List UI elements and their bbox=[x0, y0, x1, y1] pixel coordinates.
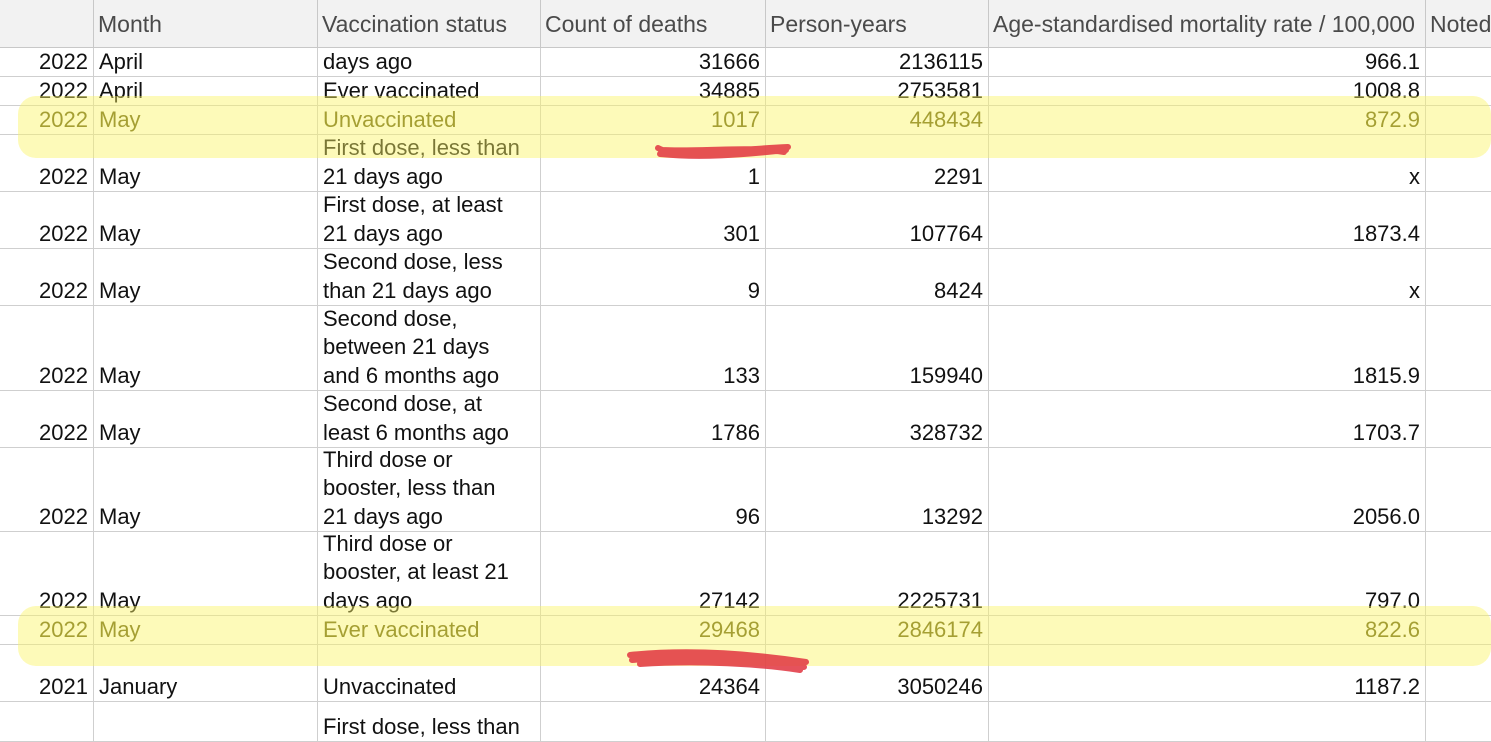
cell-status[interactable]: First dose, less than bbox=[318, 702, 541, 742]
cell-person-years[interactable]: 107764 bbox=[766, 192, 989, 249]
cell-year[interactable] bbox=[0, 702, 94, 742]
cell-noted[interactable] bbox=[1426, 448, 1491, 532]
spreadsheet: Month Vaccination status Count of deaths Pe… bbox=[0, 0, 1491, 742]
table-row: 2022 May Third dose or booster, at least 2… bbox=[0, 532, 1491, 616]
cell-person-years[interactable]: 2136115 bbox=[766, 48, 989, 77]
cell-deaths[interactable]: 301 bbox=[541, 192, 766, 249]
column-header[interactable]: Age-standardised mortality rate / 100,00… bbox=[989, 0, 1426, 48]
cell-deaths[interactable]: 96 bbox=[541, 448, 766, 532]
cell-deaths[interactable]: 1786 bbox=[541, 391, 766, 448]
cell-month[interactable] bbox=[94, 702, 318, 742]
cell-year[interactable]: 2022 bbox=[0, 306, 94, 391]
cell-noted[interactable] bbox=[1426, 249, 1491, 306]
cell-person-years[interactable]: 8424 bbox=[766, 249, 989, 306]
cell-month[interactable]: May bbox=[94, 249, 318, 306]
cell-deaths[interactable]: 9 bbox=[541, 249, 766, 306]
cell-status[interactable]: First dose, at least 21 days ago bbox=[318, 192, 541, 249]
cell-rate[interactable]: 1873.4 bbox=[989, 192, 1426, 249]
cell-deaths[interactable]: 133 bbox=[541, 306, 766, 391]
cell-month[interactable]: May bbox=[94, 391, 318, 448]
table-row: 2022 May Second dose, less than 21 days ag… bbox=[0, 249, 1491, 306]
cell-deaths[interactable] bbox=[541, 702, 766, 742]
column-header[interactable]: Count of deaths bbox=[541, 0, 766, 48]
cell-noted[interactable] bbox=[1426, 391, 1491, 448]
column-header[interactable]: Month bbox=[94, 0, 318, 48]
column-header[interactable]: Person-years bbox=[766, 0, 989, 48]
cell-noted[interactable] bbox=[1426, 306, 1491, 391]
cell-year[interactable]: 2022 bbox=[0, 192, 94, 249]
cell-status[interactable]: Third dose or booster, less than 21 days… bbox=[318, 448, 541, 532]
cell-rate[interactable]: 797.0 bbox=[989, 532, 1426, 616]
cell-rate[interactable]: x bbox=[989, 249, 1426, 306]
cell-month[interactable]: April bbox=[94, 48, 318, 77]
cell-noted[interactable] bbox=[1426, 48, 1491, 77]
table-row: 2022 May Second dose, between 21 days and … bbox=[0, 306, 1491, 391]
cell-status[interactable]: Second dose, at least 6 months ago bbox=[318, 391, 541, 448]
cell-year[interactable]: 2022 bbox=[0, 532, 94, 616]
cell-status[interactable]: Second dose, between 21 days and 6 month… bbox=[318, 306, 541, 391]
cell-noted[interactable] bbox=[1426, 702, 1491, 742]
cell-deaths[interactable]: 27142 bbox=[541, 532, 766, 616]
cell-rate[interactable] bbox=[989, 702, 1426, 742]
cell-status[interactable]: Second dose, less than 21 days ago bbox=[318, 249, 541, 306]
cell-person-years[interactable]: 2225731 bbox=[766, 532, 989, 616]
cell-year[interactable]: 2022 bbox=[0, 48, 94, 77]
cell-status[interactable]: days ago bbox=[318, 48, 541, 77]
table-row: First dose, less than bbox=[0, 702, 1491, 742]
cell-rate[interactable]: 2056.0 bbox=[989, 448, 1426, 532]
column-header[interactable]: Noted bbox=[1426, 0, 1491, 48]
cell-noted[interactable] bbox=[1426, 532, 1491, 616]
cell-status[interactable]: Third dose or booster, at least 21 days … bbox=[318, 532, 541, 616]
column-header[interactable]: Vaccination status bbox=[318, 0, 541, 48]
cell-rate[interactable]: 1815.9 bbox=[989, 306, 1426, 391]
cell-month[interactable]: May bbox=[94, 532, 318, 616]
cell-person-years[interactable]: 328732 bbox=[766, 391, 989, 448]
cell-year[interactable]: 2022 bbox=[0, 249, 94, 306]
cell-month[interactable]: May bbox=[94, 448, 318, 532]
cell-rate[interactable]: 966.1 bbox=[989, 48, 1426, 77]
cell-month[interactable]: May bbox=[94, 306, 318, 391]
column-header[interactable] bbox=[0, 0, 94, 48]
cell-person-years[interactable]: 159940 bbox=[766, 306, 989, 391]
cell-noted[interactable] bbox=[1426, 192, 1491, 249]
table-row: 2022 May First dose, at least 21 days ago 3… bbox=[0, 192, 1491, 249]
cell-month[interactable]: May bbox=[94, 192, 318, 249]
cell-rate[interactable]: 1703.7 bbox=[989, 391, 1426, 448]
table-row: 2022 May Third dose or booster, less than … bbox=[0, 448, 1491, 532]
yellow-highlight bbox=[18, 606, 1491, 666]
cell-year[interactable]: 2022 bbox=[0, 391, 94, 448]
table-row: 2022 May Second dose, at least 6 months ag… bbox=[0, 391, 1491, 448]
cell-person-years[interactable] bbox=[766, 702, 989, 742]
cell-deaths[interactable]: 31666 bbox=[541, 48, 766, 77]
cell-year[interactable]: 2022 bbox=[0, 448, 94, 532]
cell-person-years[interactable]: 13292 bbox=[766, 448, 989, 532]
table-row: 2022 April days ago 31666 2136115 966.1 bbox=[0, 48, 1491, 77]
yellow-highlight bbox=[18, 96, 1491, 158]
